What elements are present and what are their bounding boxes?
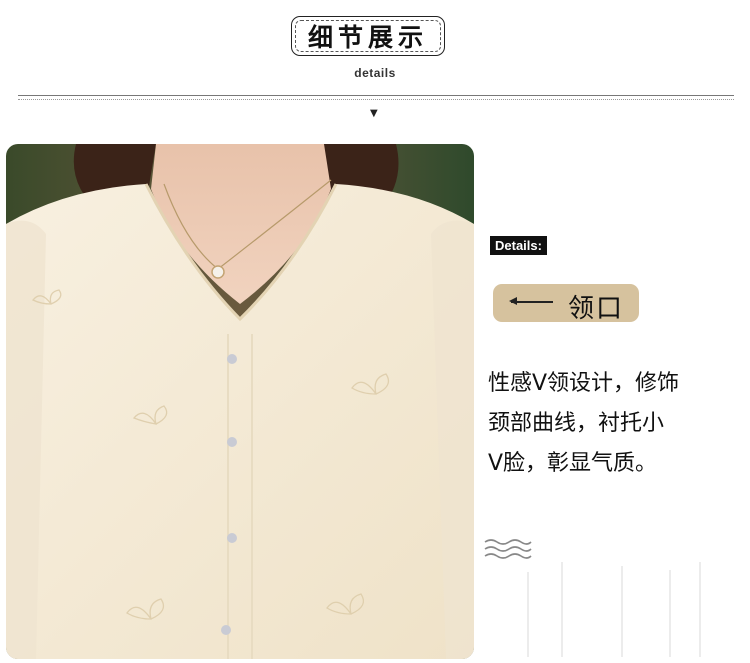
feature-label: 领口 <box>568 294 625 324</box>
product-detail-photo <box>6 144 474 659</box>
down-triangle-icon: ▼ <box>370 108 378 119</box>
wave-lines-icon <box>484 539 532 559</box>
decorative-lines <box>527 562 701 657</box>
description-line: 性感V领设计，修饰 <box>488 371 680 396</box>
section-title-frame: 细节展示 <box>291 16 445 56</box>
description-line: V脸，彰显气质。 <box>488 451 658 476</box>
description-line: 颈部曲线，衬托小 <box>488 411 665 436</box>
left-arrow-icon <box>509 298 553 304</box>
section-title: 细节展示 <box>307 23 428 52</box>
details-tag: Details: <box>490 236 547 255</box>
divider-line <box>18 95 734 100</box>
section-subtitle: details <box>354 66 396 80</box>
feature-label-pill: 领口 <box>493 284 639 324</box>
feature-description: 性感V领设计，修饰 颈部曲线，衬托小 V脸，彰显气质。 <box>488 364 728 484</box>
